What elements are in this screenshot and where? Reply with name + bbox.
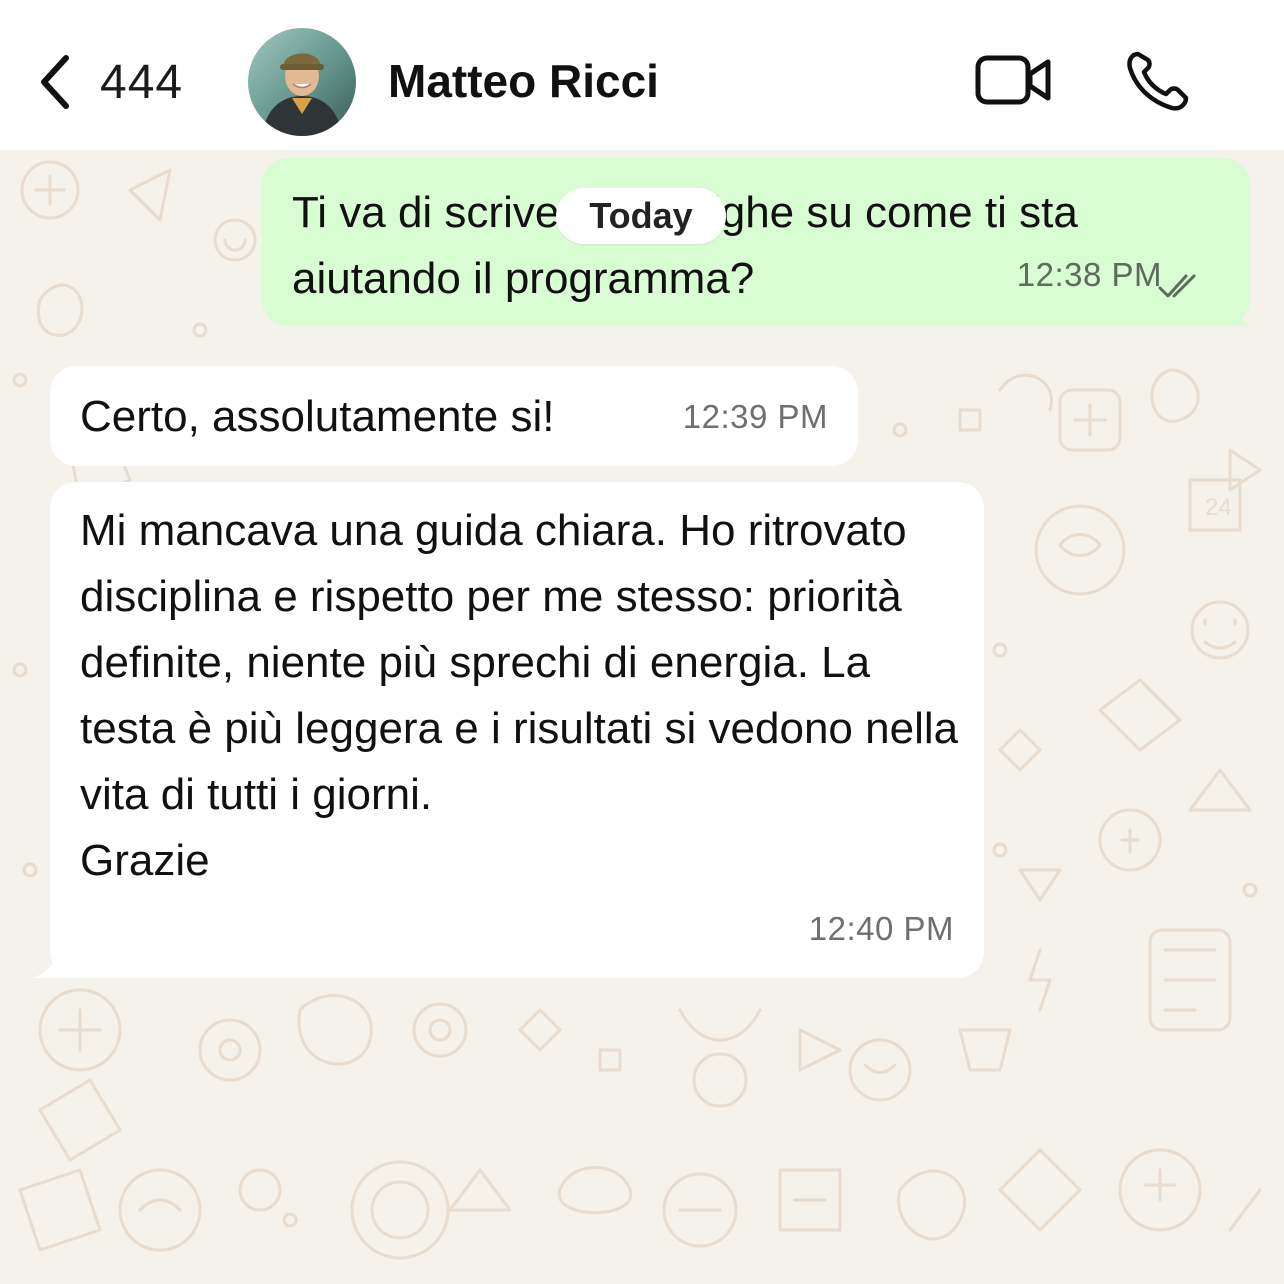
message-time: 12:40 PM: [808, 910, 954, 947]
date-chip: Today: [556, 188, 726, 244]
message-incoming[interactable]: Certo, assolutamente si! 12:39 PM: [50, 366, 858, 466]
chat-header: 444 Matteo Ricci: [0, 0, 1284, 150]
bubble-tail: [1226, 296, 1254, 326]
svg-text:24: 24: [1205, 494, 1232, 521]
contact-name[interactable]: Matteo Ricci: [388, 54, 659, 108]
voice-call-button[interactable]: [1122, 48, 1192, 112]
unread-count: 444: [100, 55, 184, 109]
chevron-left-icon: [41, 55, 69, 109]
video-camera-icon: [975, 55, 1051, 105]
message-text: Mi mancava una guida chiara. Ho ritrovat…: [80, 506, 959, 885]
bubble-tail: [32, 946, 70, 978]
read-receipt-icon: [1158, 274, 1196, 298]
phone-icon: [1127, 51, 1189, 111]
message-outgoing[interactable]: Ti va di scrivere due righe su come ti s…: [262, 158, 1250, 326]
message-incoming[interactable]: Mi mancava una guida chiara. Ho ritrovat…: [50, 482, 984, 978]
message-time: 12:39 PM: [682, 398, 828, 435]
message-time: 12:38 PM: [1016, 256, 1162, 293]
message-text: Certo, assolutamente si!: [80, 392, 555, 441]
chat-area[interactable]: 24 Today Ti va di scrivere righe su come…: [0, 150, 1284, 1284]
avatar[interactable]: [248, 28, 356, 136]
video-call-button[interactable]: [974, 52, 1054, 108]
back-button[interactable]: 444: [34, 50, 183, 114]
